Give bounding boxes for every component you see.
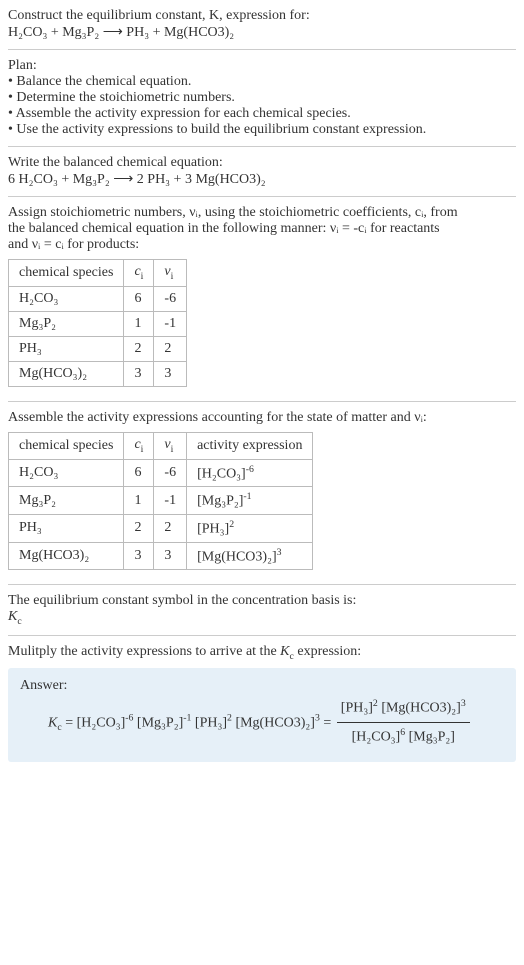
- frac-den: [H₂CO₃]6 [Mg₃P₂]: [337, 723, 470, 752]
- plan-item: • Use the activity expressions to build …: [8, 122, 516, 138]
- balanced-section: Write the balanced chemical equation: 6 …: [8, 146, 516, 196]
- activity-table: chemical species ci νi activity expressi…: [8, 432, 313, 570]
- balanced-equation: 6 H₂CO₃ + Mg₃P₂ ⟶ 2 PH₃ + 3 Mg(HCO3)₂: [8, 171, 516, 188]
- eq-rhs: PH₃ + Mg(HCO3)₂: [126, 25, 234, 40]
- col-ci: ci: [124, 260, 154, 287]
- table-row: Mg(HCO3)₂ 3 3 [Mg(HCO3)₂]3: [9, 542, 313, 570]
- symbol-section: The equilibrium constant symbol in the c…: [8, 584, 516, 635]
- assemble-section: Assemble the activity expressions accoun…: [8, 401, 516, 584]
- table-row: H₂CO₃ 6 -6 [H₂CO₃]-6: [9, 459, 313, 487]
- table-row: Mg₃P₂ 1 -1: [9, 311, 187, 336]
- eq-arrow: ⟶: [103, 25, 123, 40]
- symbol-line1: The equilibrium constant symbol in the c…: [8, 593, 516, 609]
- answer-fraction: [PH₃]2 [Mg(HCO3)₂]3 [H₂CO₃]6 [Mg₃P₂]: [337, 694, 470, 752]
- table-header-row: chemical species ci νi activity expressi…: [9, 432, 313, 459]
- answer-equation: Kc = [H₂CO₃]-6 [Mg₃P₂]-1 [PH₃]2 [Mg(HCO3…: [20, 694, 504, 752]
- question-equation: H₂CO₃ + Mg₃P₂ ⟶ PH₃ + Mg(HCO3)₂: [8, 24, 516, 41]
- plan-item: • Determine the stoichiometric numbers.: [8, 90, 516, 106]
- table-row: Mg₃P₂ 1 -1 [Mg₃P₂]-1: [9, 487, 313, 515]
- symbol-kc: Kc: [8, 609, 516, 627]
- col-vi: νi: [154, 432, 187, 459]
- frac-num: [PH₃]2 [Mg(HCO3)₂]3: [337, 694, 470, 724]
- eq-lhs: H₂CO₃ + Mg₃P₂: [8, 25, 99, 40]
- assemble-title: Assemble the activity expressions accoun…: [8, 410, 516, 426]
- assign-section: Assign stoichiometric numbers, νᵢ, using…: [8, 196, 516, 401]
- table-row: Mg(HCO₃)₂ 3 3: [9, 361, 187, 386]
- answer-box: Answer: Kc = [H₂CO₃]-6 [Mg₃P₂]-1 [PH₃]2 …: [8, 668, 516, 762]
- col-species: chemical species: [9, 432, 124, 459]
- col-species: chemical species: [9, 260, 124, 287]
- answer-label: Answer:: [20, 678, 504, 694]
- multiply-section: Mulitply the activity expressions to arr…: [8, 635, 516, 770]
- assign-intro: Assign stoichiometric numbers, νᵢ, using…: [8, 205, 516, 253]
- plan-item: • Balance the chemical equation.: [8, 74, 516, 90]
- table-header-row: chemical species ci νi: [9, 260, 187, 287]
- question-header: Construct the equilibrium constant, K, e…: [8, 8, 516, 49]
- stoich-table: chemical species ci νi H₂CO₃ 6 -6 Mg₃P₂ …: [8, 259, 187, 387]
- col-ci: ci: [124, 432, 154, 459]
- table-row: H₂CO₃ 6 -6: [9, 286, 187, 311]
- col-activity: activity expression: [187, 432, 313, 459]
- table-row: PH₃ 2 2 [PH₃]2: [9, 514, 313, 542]
- plan-section: Plan: • Balance the chemical equation. •…: [8, 49, 516, 146]
- table-row: PH₃ 2 2: [9, 336, 187, 361]
- question-line1: Construct the equilibrium constant, K, e…: [8, 8, 516, 24]
- balanced-title: Write the balanced chemical equation:: [8, 155, 516, 171]
- col-vi: νi: [154, 260, 187, 287]
- multiply-title: Mulitply the activity expressions to arr…: [8, 644, 516, 662]
- plan-title: Plan:: [8, 58, 516, 74]
- plan-item: • Assemble the activity expression for e…: [8, 106, 516, 122]
